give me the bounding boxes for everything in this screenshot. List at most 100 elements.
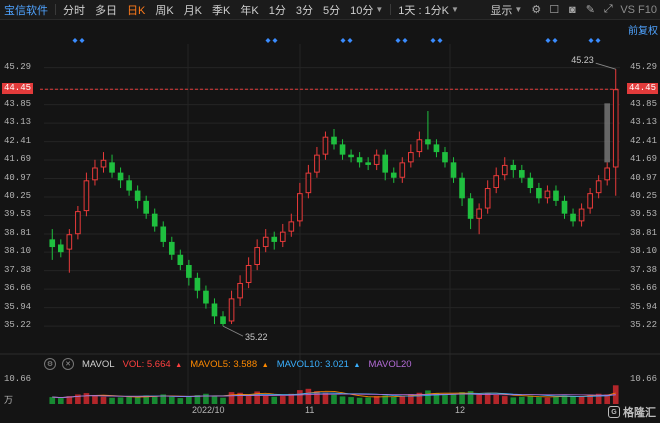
range-dropdown[interactable]: 1天 : 1分K ▼ [393,2,464,18]
candle-body [228,298,235,322]
price-tick-right: 40.97 [629,172,657,183]
volume-bar [493,394,500,404]
candle-body [134,190,141,201]
volume-bar [536,397,542,404]
price-tick-left: 43.13 [4,117,32,128]
period-tab-intraday[interactable]: 分时 [58,2,90,18]
chevron-down-icon: ▼ [514,5,523,14]
period-tab-multiday[interactable]: 多日 [90,2,122,18]
low-price-label: 35.22 [245,332,268,342]
event-marker-icon [588,38,594,43]
candle-body [160,226,167,242]
period-tab-monthly[interactable]: 月K [179,2,207,18]
period-tab-5min[interactable]: 5分 [318,2,345,18]
candle-body [433,144,440,153]
period-tab-3min[interactable]: 3分 [291,2,318,18]
candle-body [66,234,73,250]
volume-bar [348,397,354,404]
toolbar-right: 显示 ▼ ⚙ ☐ ◙ ✎ ⤢ VS F10 [485,1,660,19]
mavol5-value: 3.588 [233,358,258,370]
volume-bar [578,396,585,404]
up-arrow-icon: ▲ [175,361,183,369]
volume-bar [203,393,209,404]
volume-bar [83,393,90,404]
price-tick-right: 36.66 [629,283,657,294]
event-marker-icon [265,38,271,43]
event-marker-icon [340,38,346,43]
volume-bar [356,397,363,404]
price-tick-left: 38.81 [4,227,32,238]
mavol5-label: MAVOL5: 3.588 ▲ [190,359,268,370]
price-tick-right: 35.22 [629,320,657,331]
volume-bar [211,395,218,404]
candle-body [49,239,56,248]
candle-body [151,213,158,227]
candle-body [493,175,500,189]
volume-bar [57,398,64,404]
settings-icon[interactable]: ⚙ [527,1,545,19]
candle-body [510,164,517,171]
candle-body [501,164,508,176]
candle-body [519,170,525,178]
period-tab-daily[interactable]: 日K [122,2,150,18]
volume-bar [262,395,269,404]
candle-body [177,254,184,266]
square-icon[interactable]: ☐ [545,1,563,19]
stock-name[interactable]: 宝信软件 [0,2,53,18]
price-tick-left: 43.85 [4,98,32,109]
price-tick-left: 36.66 [4,283,32,294]
period-tab-weekly[interactable]: 周K [150,2,178,18]
price-tick-left: 38.10 [4,246,32,257]
candle-body [450,162,457,178]
volume-bar [442,395,448,404]
candle-body [390,172,397,178]
candle-body [587,193,593,209]
price-tick-left: 42.41 [4,135,32,146]
candle-body [322,136,329,155]
settings-icon[interactable]: ⚙ [44,358,56,370]
price-tick-right: 42.41 [629,135,657,146]
high-pointer [595,62,616,70]
close-icon[interactable]: ✕ [62,358,74,370]
period-tab-yearly[interactable]: 年K [235,2,263,18]
price-tick-left: 35.94 [4,301,32,312]
candle-body [83,180,90,212]
vol-label-text: VOL: [122,358,145,370]
period-tab-1min[interactable]: 1分 [264,2,291,18]
event-marker-icon [347,38,353,43]
expand-icon[interactable]: ⤢ [599,1,617,19]
vol-axis-top-right: 10.66 [629,374,657,384]
f10-link[interactable]: VS F10 [617,4,660,16]
candle-body [356,157,363,163]
candle-body [373,154,380,165]
volume-bar [305,388,312,404]
vol-value: 5.664 [146,358,171,370]
price-tick-left: 35.22 [4,320,32,331]
camera-icon[interactable]: ◙ [563,1,581,19]
volume-bar [390,396,397,404]
volume-bar [168,396,175,404]
volume-bar [151,396,158,404]
volume-bar [501,396,508,404]
volume-bar [570,396,576,404]
candle-body [186,265,192,278]
volume-bar [177,398,184,404]
watermark: G 格隆汇 [608,404,656,420]
period-tab-quarterly[interactable]: 季K [207,2,235,18]
candle-body [595,180,602,194]
current-price-tag-right: 44.45 [626,83,658,95]
candle-body [561,200,568,214]
volume-bar [228,392,235,404]
mavol10-label: MAVOL10: 3.021 ▲ [277,359,361,370]
draw-icon[interactable]: ✎ [581,1,599,19]
minute-period-dropdown[interactable]: 10分 ▼ [345,2,388,18]
candle-body [220,316,226,325]
price-tick-right: 43.13 [629,117,657,128]
high-price-label: 45.23 [571,55,594,65]
price-tick-right: 45.29 [629,61,657,72]
candle-body [484,188,491,209]
volume-bar [297,390,303,404]
candle-body [92,167,98,181]
display-dropdown[interactable]: 显示 ▼ [485,2,527,18]
candle-body [203,290,209,304]
